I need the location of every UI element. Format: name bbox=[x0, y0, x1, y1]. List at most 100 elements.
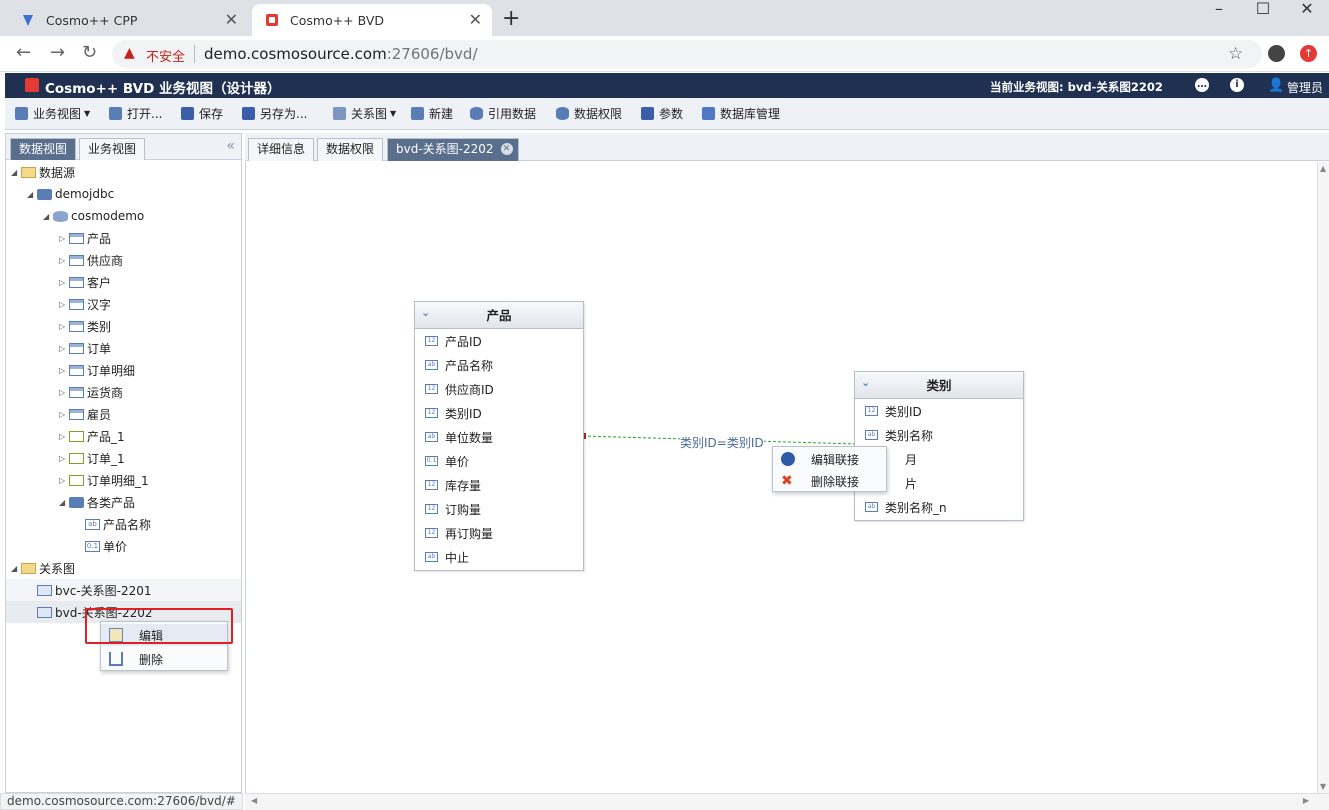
close-icon[interactable]: ✕ bbox=[225, 10, 238, 29]
close-icon[interactable]: ✕ bbox=[469, 10, 482, 29]
entity-field[interactable]: ab 中止 bbox=[415, 545, 583, 569]
entity-field[interactable]: 12 再订购量 bbox=[415, 521, 583, 545]
tree-node-view[interactable]: ▷ 订单_1 bbox=[59, 448, 125, 468]
tree-node-field[interactable]: ab 产品名称 bbox=[85, 514, 151, 534]
db-manage-button[interactable]: 数据库管理 bbox=[702, 105, 780, 122]
collapse-arrow-icon[interactable]: ▷ bbox=[59, 410, 69, 419]
tree-node-datasource[interactable]: ◢ 数据源 bbox=[11, 162, 75, 182]
params-button[interactable]: 参数 bbox=[641, 105, 683, 122]
expand-arrow-icon[interactable]: ◢ bbox=[11, 168, 21, 177]
tree-node-table[interactable]: ▷ 运货商 bbox=[59, 382, 123, 402]
save-button[interactable]: 保存 bbox=[181, 105, 223, 122]
tree-node-table[interactable]: ▷ 产品 bbox=[59, 228, 111, 248]
new-tab-icon[interactable]: + bbox=[502, 6, 520, 31]
entity-field[interactable]: 12 订购量 bbox=[415, 497, 583, 521]
tree-node-relations[interactable]: ◢ 关系图 bbox=[11, 558, 75, 578]
tree-node-table[interactable]: ▷ 客户 bbox=[59, 272, 111, 292]
tab-close-icon[interactable]: ✕ bbox=[500, 143, 513, 155]
entity-field[interactable]: 0.1 单价 bbox=[415, 449, 583, 473]
tree-node-table[interactable]: ▷ 订单明细 bbox=[59, 360, 135, 380]
collapse-arrow-icon[interactable]: ▷ bbox=[59, 278, 69, 287]
menu-item-edit-join[interactable]: 编辑联接 bbox=[773, 448, 886, 470]
message-icon[interactable]: … bbox=[1195, 78, 1209, 92]
entity-field[interactable]: 12 类别ID bbox=[415, 401, 583, 425]
tree-node-table[interactable]: ▷ 供应商 bbox=[59, 250, 123, 270]
menu-item-delete[interactable]: 删除 bbox=[101, 648, 227, 670]
horizontal-scrollbar[interactable]: ◀ ▶ bbox=[245, 793, 1329, 810]
browser-tab-bvd[interactable]: Cosmo++ BVD ✕ bbox=[252, 4, 492, 36]
entity-field[interactable]: ab 类别名称_n bbox=[855, 495, 1023, 519]
join-label[interactable]: 类别ID=类别ID bbox=[680, 434, 764, 451]
entity-header[interactable]: ⌄ 产品 bbox=[415, 302, 583, 329]
reload-icon[interactable]: ↻ bbox=[82, 42, 97, 63]
tree-node-connection[interactable]: ◢ demojdbc bbox=[27, 184, 114, 204]
entity-field[interactable]: ab 产品名称 bbox=[415, 353, 583, 377]
entity-field[interactable]: ab 单位数量 bbox=[415, 425, 583, 449]
vertical-scrollbar[interactable]: ▲ ▼ bbox=[1317, 162, 1329, 793]
scroll-up-icon[interactable]: ▲ bbox=[1320, 164, 1326, 173]
info-icon[interactable]: i bbox=[1230, 78, 1244, 92]
scroll-left-icon[interactable]: ◀ bbox=[251, 796, 257, 805]
tree-node-table[interactable]: ▷ 订单 bbox=[59, 338, 111, 358]
collapse-arrow-icon[interactable]: ▷ bbox=[59, 454, 69, 463]
collapse-arrow-icon[interactable]: ▷ bbox=[59, 388, 69, 397]
maximize-icon[interactable]: ☐ bbox=[1240, 0, 1286, 32]
collapse-arrow-icon[interactable]: ▷ bbox=[59, 344, 69, 353]
minimize-icon[interactable]: – bbox=[1196, 0, 1242, 32]
expand-arrow-icon[interactable]: ◢ bbox=[43, 212, 53, 221]
entity-header[interactable]: ⌄ 类别 bbox=[855, 372, 1023, 399]
new-button[interactable]: 新建 bbox=[411, 105, 453, 122]
user-name[interactable]: 管理员 bbox=[1287, 79, 1323, 96]
tree-node-table[interactable]: ▷ 雇员 bbox=[59, 404, 111, 424]
tree-node-table[interactable]: ▷ 类别 bbox=[59, 316, 111, 336]
collapse-arrow-icon[interactable]: ▷ bbox=[59, 432, 69, 441]
collapse-entity-icon[interactable]: ⌄ bbox=[861, 372, 870, 394]
expand-arrow-icon[interactable]: ◢ bbox=[59, 498, 69, 507]
relation-menu[interactable]: 关系图 ▼ bbox=[333, 105, 396, 122]
window-close-icon[interactable]: ✕ bbox=[1284, 0, 1329, 32]
profile-avatar-icon[interactable] bbox=[1268, 45, 1285, 62]
bookmark-star-icon[interactable]: ☆ bbox=[1228, 44, 1243, 64]
scroll-down-icon[interactable]: ▼ bbox=[1320, 782, 1326, 791]
url-field[interactable]: ▲ 不安全 demo.cosmosource.com:27606/bvd/ bbox=[112, 40, 1262, 68]
collapse-arrow-icon[interactable]: ▷ bbox=[59, 476, 69, 485]
data-permission-button[interactable]: 数据权限 bbox=[556, 105, 622, 122]
open-button[interactable]: 打开... bbox=[109, 105, 162, 122]
entity-field[interactable]: 12 库存量 bbox=[415, 473, 583, 497]
entity-field[interactable]: 12 供应商ID bbox=[415, 377, 583, 401]
entity-field[interactable]: 12 产品ID bbox=[415, 329, 583, 353]
tree-node-group[interactable]: ◢ 各类产品 bbox=[59, 492, 135, 512]
collapse-entity-icon[interactable]: ⌄ bbox=[421, 302, 430, 324]
scroll-right-icon[interactable]: ▶ bbox=[1303, 796, 1309, 805]
tab-relation-diagram[interactable]: bvd-关系图-2202 ✕ bbox=[387, 138, 519, 161]
collapse-arrow-icon[interactable]: ▷ bbox=[59, 256, 69, 265]
collapse-arrow-icon[interactable]: ▷ bbox=[59, 366, 69, 375]
tab-business-view[interactable]: 业务视图 bbox=[79, 138, 146, 160]
update-icon[interactable]: ↑ bbox=[1300, 45, 1317, 62]
tree-node-relation[interactable]: bvc-关系图-2201 bbox=[37, 580, 152, 600]
entity-product[interactable]: ⌄ 产品 12 产品ID ab 产品名称 12 供应商ID 12 类别ID ab 单位数量 … bbox=[414, 301, 584, 571]
tab-data-view[interactable]: 数据视图 bbox=[10, 138, 77, 160]
collapse-arrow-icon[interactable]: ▷ bbox=[59, 300, 69, 309]
menu-item-delete-join[interactable]: ✖ 删除联接 bbox=[773, 470, 886, 492]
tree-node-table[interactable]: ▷ 汉字 bbox=[59, 294, 111, 314]
business-view-menu[interactable]: 业务视图 ▼ bbox=[15, 105, 90, 122]
entity-field[interactable]: ab 类别名称 bbox=[855, 423, 1023, 447]
forward-icon[interactable]: → bbox=[50, 42, 65, 63]
expand-arrow-icon[interactable]: ◢ bbox=[11, 564, 21, 573]
entity-field[interactable]: 12 类别ID bbox=[855, 399, 1023, 423]
tab-data-permission[interactable]: 数据权限 bbox=[317, 138, 384, 161]
expand-arrow-icon[interactable]: ◢ bbox=[27, 190, 37, 199]
browser-tab-cpp[interactable]: Cosmo++ CPP ✕ bbox=[8, 4, 248, 36]
collapse-panel-icon[interactable]: « bbox=[226, 138, 235, 154]
tree-node-schema[interactable]: ◢ cosmodemo bbox=[43, 206, 144, 226]
tree-node-field[interactable]: 0.1 单价 bbox=[85, 536, 127, 556]
reference-data-button[interactable]: 引用数据 bbox=[470, 105, 536, 122]
tree-node-view[interactable]: ▷ 订单明细_1 bbox=[59, 470, 149, 490]
collapse-arrow-icon[interactable]: ▷ bbox=[59, 234, 69, 243]
tab-details[interactable]: 详细信息 bbox=[248, 138, 315, 161]
collapse-arrow-icon[interactable]: ▷ bbox=[59, 322, 69, 331]
back-icon[interactable]: ← bbox=[16, 42, 31, 63]
tree-node-view[interactable]: ▷ 产品_1 bbox=[59, 426, 125, 446]
save-as-button[interactable]: 另存为... bbox=[242, 105, 307, 122]
